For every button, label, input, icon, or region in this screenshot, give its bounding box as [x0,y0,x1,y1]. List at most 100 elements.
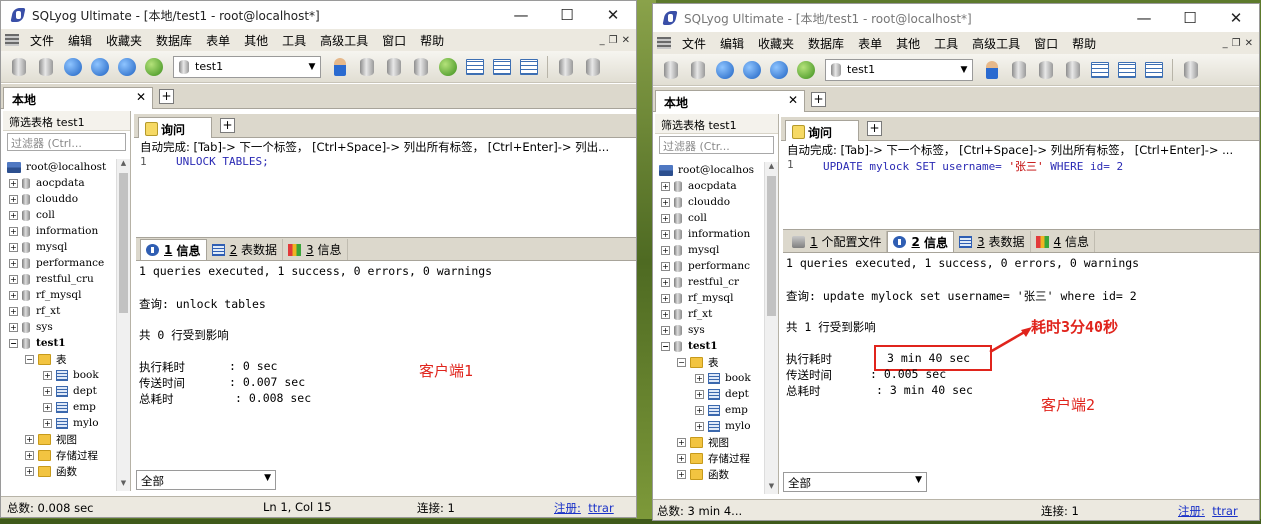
expand-icon[interactable]: + [661,229,670,239]
tree-db[interactable]: + sys [3,319,116,335]
execute-all-icon[interactable] [740,58,764,82]
menu-help[interactable]: 帮助 [1065,35,1103,52]
expand-icon[interactable]: + [661,309,670,319]
sql-editor[interactable]: 1 UNLOCK TABLES; [136,153,636,233]
tree-db-current[interactable]: − test1 [655,338,764,354]
database-selector[interactable]: test1 ▼ [825,58,973,81]
mdi-close-icon[interactable]: ✕ [1245,38,1253,49]
table-data-icon[interactable] [1115,58,1139,82]
menu-window[interactable]: 窗口 [375,32,413,49]
tab-connection-local[interactable]: 本地 ✕ [3,87,153,109]
tree-folder-procedures[interactable]: + 存储过程 [3,447,116,463]
expand-icon[interactable]: + [9,194,18,204]
expand-icon[interactable]: + [9,306,18,316]
expand-icon[interactable]: + [43,386,52,396]
tree-db[interactable]: + sys [655,322,764,338]
collapse-icon[interactable]: − [9,338,18,348]
filter-input[interactable]: 过滤器 (Ctrl... [7,133,126,151]
tree-db[interactable]: + mysql [3,239,116,255]
tree-server[interactable]: root@localhos [655,162,764,178]
tree-db[interactable]: + coll [655,210,764,226]
expand-icon[interactable]: + [9,242,18,252]
tree-folder-tables[interactable]: − 表 [655,354,764,370]
tree-db[interactable]: + information [3,223,116,239]
new-connection-icon[interactable] [659,58,683,82]
expand-icon[interactable]: + [661,277,670,287]
tree-db[interactable]: + clouddo [655,194,764,210]
tree-folder-views[interactable]: + 视图 [3,431,116,447]
execute-all-icon[interactable] [88,55,112,79]
mdi-minimize-icon[interactable]: _ [600,35,605,46]
tree-folder-tables[interactable]: − 表 [3,351,116,367]
tree-table[interactable]: + dept [655,386,764,402]
expand-icon[interactable]: + [661,245,670,255]
expand-icon[interactable]: + [661,293,670,303]
tab-messages[interactable]: 2 信息 [887,231,955,252]
menu-advanced-tools[interactable]: 高级工具 [965,35,1027,52]
execute-query-icon[interactable] [61,55,85,79]
database-selector[interactable]: test1 ▼ [173,55,321,78]
mdi-restore-icon[interactable]: ❐ [609,35,618,46]
expand-icon[interactable]: + [677,469,686,479]
tree-db[interactable]: + rf_mysql [3,287,116,303]
expand-icon[interactable]: + [695,373,704,383]
menu-table[interactable]: 表单 [851,35,889,52]
tab-messages[interactable]: 1 信息 [140,239,207,260]
tree-db[interactable]: + rf_mysql [655,290,764,306]
mdi-close-icon[interactable]: ✕ [622,35,630,46]
menu-edit[interactable]: 编辑 [713,35,751,52]
tree-table[interactable]: + book [655,370,764,386]
new-connection-icon[interactable] [7,55,31,79]
tree-table[interactable]: + emp [3,399,116,415]
expand-icon[interactable]: + [677,437,686,447]
menu-database[interactable]: 数据库 [801,35,851,52]
menu-other[interactable]: 其他 [237,32,275,49]
tree-db[interactable]: + clouddo [3,191,116,207]
menu-tools[interactable]: 工具 [275,32,313,49]
expand-icon[interactable]: + [9,322,18,332]
tree-db[interactable]: + performanc [655,258,764,274]
table-data-icon[interactable] [463,55,487,79]
expand-icon[interactable]: + [43,418,52,428]
expand-icon[interactable]: + [661,261,670,271]
refresh-icon[interactable] [794,58,818,82]
tab-profile[interactable]: 1 个配置文件 [787,231,888,252]
menu-advanced-tools[interactable]: 高级工具 [313,32,375,49]
menu-database[interactable]: 数据库 [149,32,199,49]
expand-icon[interactable]: + [9,210,18,220]
collapse-icon[interactable]: − [25,354,34,364]
tab-table-data[interactable]: 2 表数据 [207,239,284,260]
tree-db[interactable]: + performance [3,255,116,271]
tree-db-current[interactable]: − test1 [3,335,116,351]
tree-table[interactable]: + book [3,367,116,383]
tree-db[interactable]: + coll [3,207,116,223]
expand-icon[interactable]: + [25,450,34,460]
tab-info[interactable]: 4 信息 [1031,231,1096,252]
expand-icon[interactable]: + [661,181,670,191]
new-query-icon[interactable] [34,55,58,79]
refresh-icon[interactable] [142,55,166,79]
export-icon[interactable] [436,55,460,79]
sync-icon[interactable] [581,55,605,79]
tree-db[interactable]: + restful_cru [3,271,116,287]
stop-icon[interactable] [115,55,139,79]
tree-folder-procedures[interactable]: + 存储过程 [655,450,764,466]
minimize-button[interactable]: — [1121,4,1167,32]
close-button[interactable]: ✕ [590,1,636,29]
tree-db[interactable]: + aocpdata [3,175,116,191]
tree-folder-functions[interactable]: + 函数 [655,466,764,482]
expand-icon[interactable]: + [661,213,670,223]
tree-db[interactable]: + rf_xt [3,303,116,319]
tree-db[interactable]: + restful_cr [655,274,764,290]
menu-file[interactable]: 文件 [23,32,61,49]
add-connection-icon[interactable]: + [811,92,826,107]
export-icon[interactable] [1088,58,1112,82]
expand-icon[interactable]: + [25,434,34,444]
new-query-icon[interactable] [686,58,710,82]
expand-icon[interactable]: + [9,258,18,268]
expand-icon[interactable]: + [695,421,704,431]
backup-icon[interactable] [1007,58,1031,82]
restore-icon[interactable] [382,55,406,79]
result-filter-select[interactable]: 全部 ▼ [783,472,927,492]
expand-icon[interactable]: + [43,402,52,412]
